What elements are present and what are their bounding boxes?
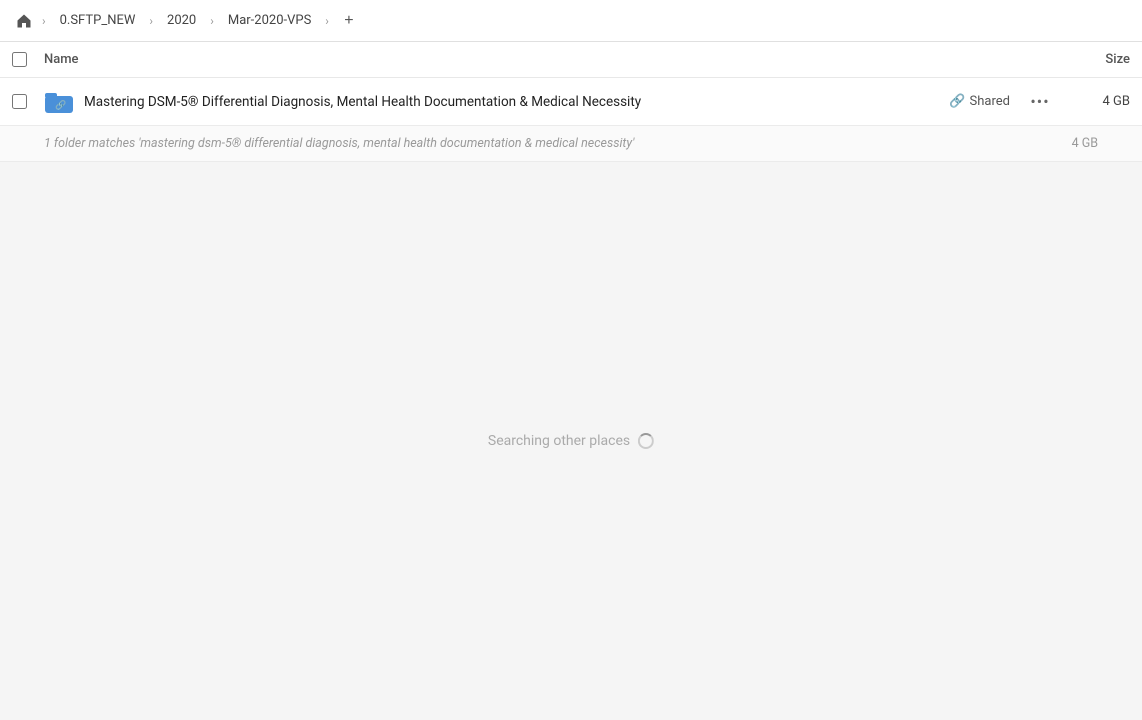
file-row[interactable]: 🔗 Mastering DSM-5® Differential Diagnosi… [0,78,1142,126]
more-dots-icon: ••• [1030,92,1049,111]
file-icon: 🔗 [44,86,76,118]
match-info-text: 1 folder matches 'mastering dsm-5® diffe… [44,136,1038,151]
searching-label: Searching other places [488,433,630,449]
file-name: Mastering DSM-5® Differential Diagnosis,… [84,94,949,110]
size-column-header: Size [1050,52,1130,67]
breadcrumb-chevron-2: › [210,14,214,28]
file-more-button[interactable]: ••• [1026,88,1054,116]
page-layout: › 0.SFTP_NEW › 2020 › Mar-2020-VPS › + N… [0,0,1142,720]
shared-label: Shared [970,94,1010,109]
searching-indicator: Searching other places [488,433,654,449]
breadcrumb-chevron-1: › [149,14,153,28]
home-button[interactable] [12,9,36,33]
column-headers: Name Size [0,42,1142,78]
select-all-checkbox-area[interactable] [12,52,44,67]
file-shared-area: 🔗 Shared [949,94,1010,109]
match-info-size: 4 GB [1038,136,1098,151]
add-tab-button[interactable]: + [335,7,363,35]
file-checkbox-area[interactable] [12,94,44,109]
select-all-checkbox[interactable] [12,52,27,67]
link-icon: 🔗 [949,94,965,109]
match-info-row: 1 folder matches 'mastering dsm-5® diffe… [0,126,1142,162]
loading-spinner [638,433,654,449]
breadcrumb-chevron-3: › [325,14,329,28]
breadcrumb-bar: › 0.SFTP_NEW › 2020 › Mar-2020-VPS › + [0,0,1142,42]
breadcrumb-item-2[interactable]: Mar-2020-VPS [220,9,319,32]
name-column-header: Name [44,52,1050,67]
file-size: 4 GB [1070,94,1130,109]
svg-text:🔗: 🔗 [55,99,66,111]
breadcrumb-chevron-0: › [42,14,46,28]
breadcrumb-item-0[interactable]: 0.SFTP_NEW [52,9,144,32]
content-area: Searching other places [0,162,1142,720]
file-checkbox[interactable] [12,94,27,109]
breadcrumb-item-1[interactable]: 2020 [159,9,204,32]
